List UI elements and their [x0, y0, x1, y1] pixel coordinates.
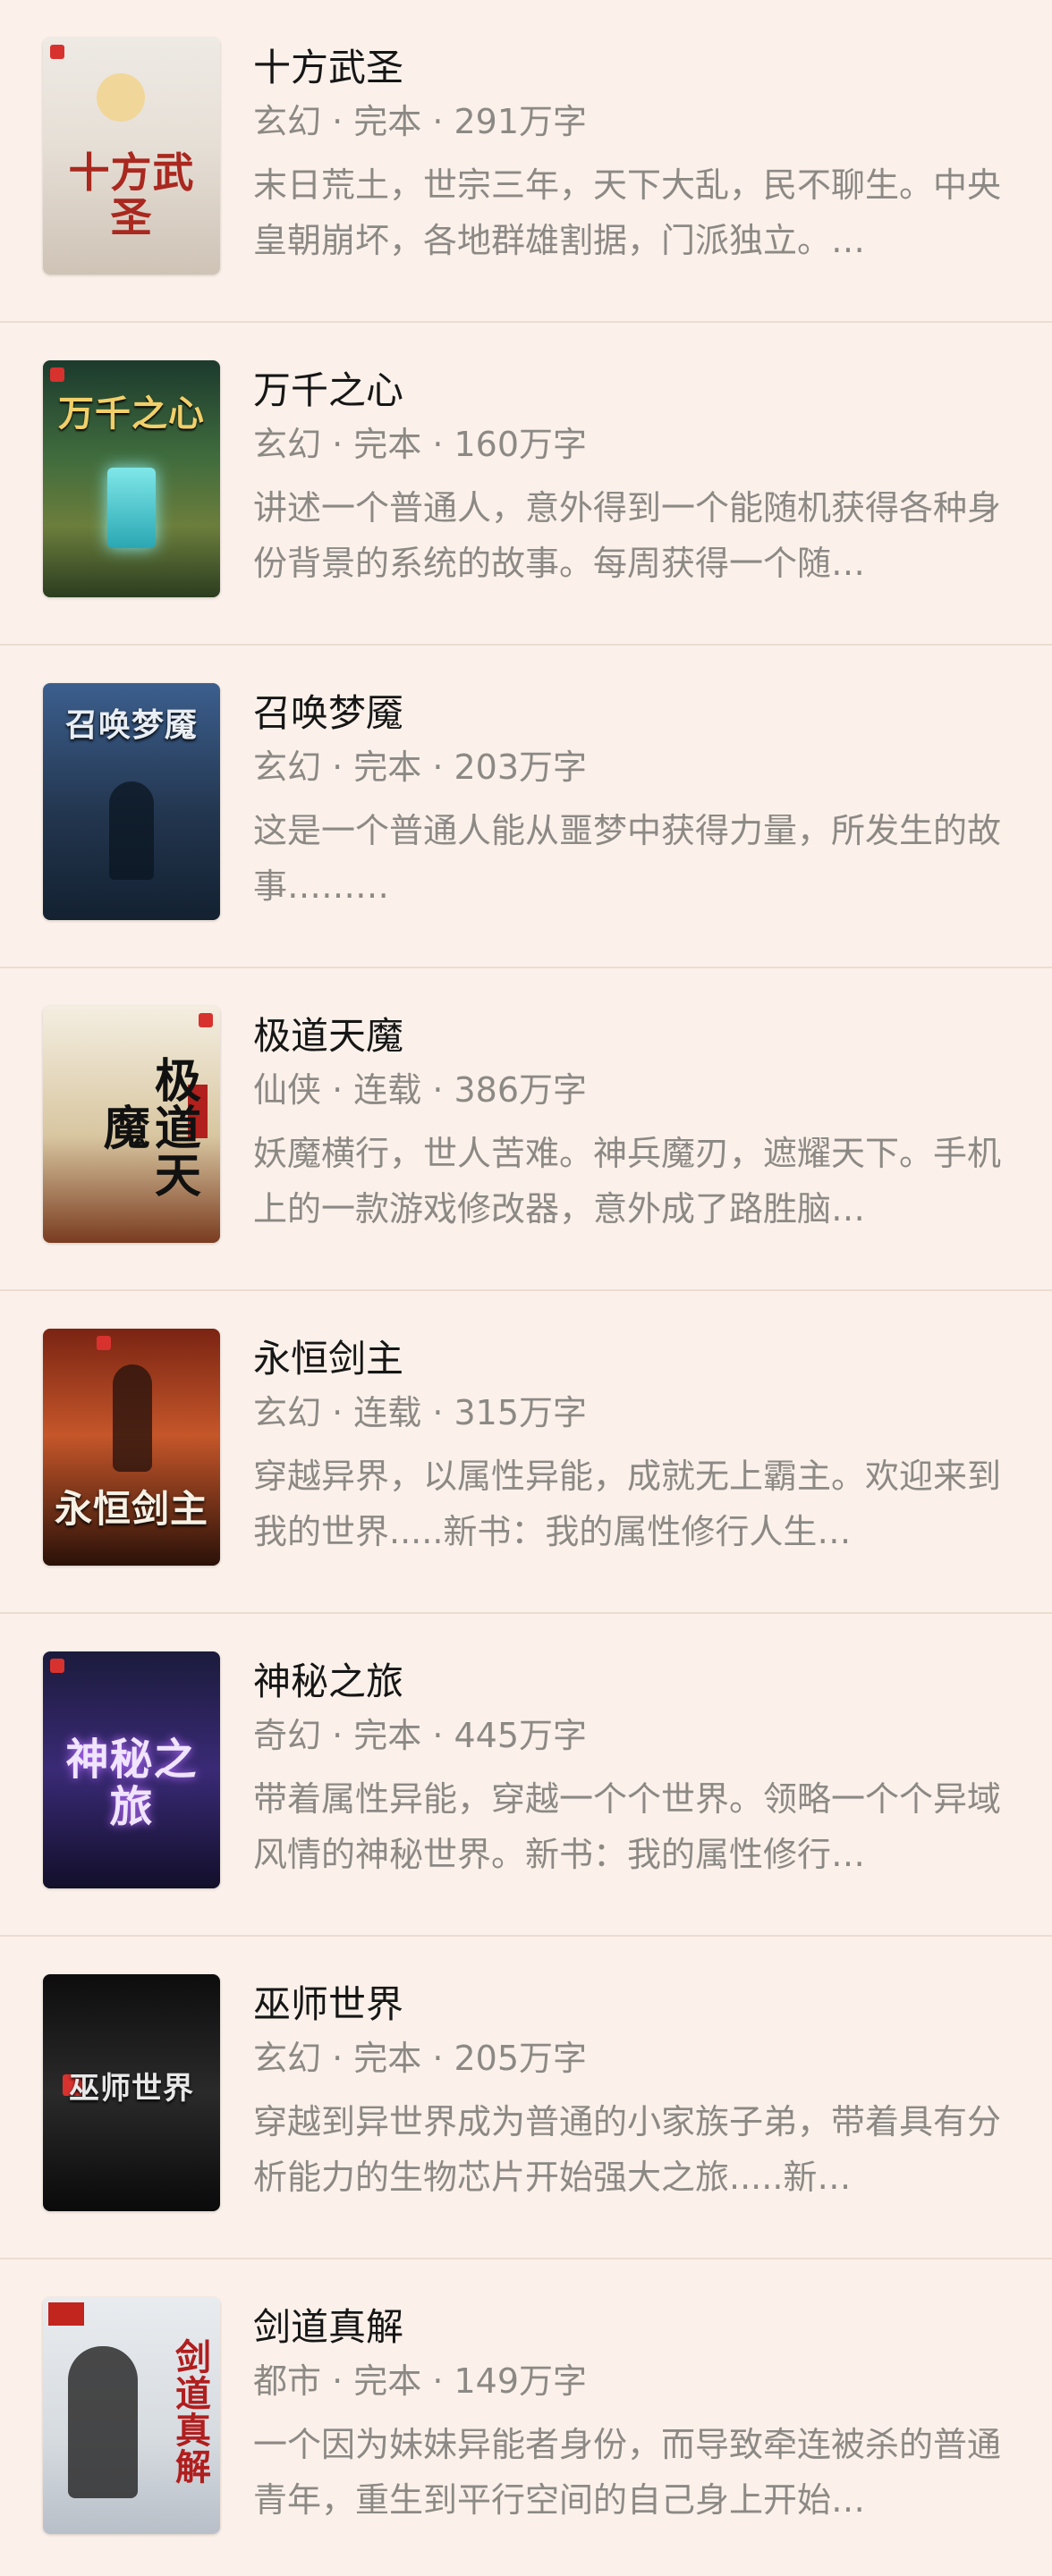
book-title[interactable]: 永恒剑主 [253, 1334, 1005, 1384]
book-meta: 奇幻 · 完本 · 445万字 [253, 1716, 588, 1755]
book-info: 神秘之旅 奇幻 · 完本 · 445万字 带着属性异能，穿越一个个世界。领略一个… [253, 1657, 1005, 1882]
book-meta: 玄幻 · 完本 · 160万字 [253, 425, 588, 464]
book-info: 永恒剑主 玄幻 · 连载 · 315万字 穿越异界，以属性异能，成就无上霸主。欢… [253, 1334, 1005, 1559]
book-title[interactable]: 剑道真解 [253, 2302, 1005, 2352]
book-list-item[interactable]: 永恒剑主 永恒剑主 玄幻 · 连载 · 315万字 穿越异界，以属性异能，成就无… [0, 1291, 1052, 1614]
book-title[interactable]: 神秘之旅 [253, 1657, 1005, 1707]
book-title[interactable]: 十方武圣 [253, 43, 1005, 93]
book-description: 末日荒土，世宗三年，天下大乱，民不聊生。中央皇朝崩坏，各地群雄割据，门派独立。… [253, 165, 1002, 260]
book-list-item[interactable]: 神秘之旅 神秘之旅 奇幻 · 完本 · 445万字 带着属性异能，穿越一个个世界… [0, 1614, 1052, 1937]
cover-title: 剑道真解 [169, 2338, 211, 2485]
book-list-item[interactable]: 召唤梦魇 召唤梦魇 玄幻 · 完本 · 203万字 这是一个普通人能从噩梦中获得… [0, 646, 1052, 968]
book-list-item[interactable]: 极道天魔 极道天魔 仙侠 · 连载 · 386万字 妖魔横行，世人苦难。神兵魔刃… [0, 968, 1052, 1291]
cover-title: 万千之心 [58, 393, 205, 435]
book-meta: 都市 · 完本 · 149万字 [253, 2361, 588, 2401]
sun-cover-icon [97, 73, 145, 122]
book-info: 巫师世界 玄幻 · 完本 · 205万字 穿越到异世界成为普通的小家族子弟，带着… [253, 1980, 1005, 2205]
cover-title: 召唤梦魇 [64, 706, 198, 744]
book-cover[interactable]: 巫师世界 [43, 1974, 220, 2211]
cover-title: 巫师世界 [69, 2071, 194, 2107]
book-title[interactable]: 巫师世界 [253, 1980, 1005, 2030]
book-cover[interactable]: 剑道真解 [43, 2297, 220, 2534]
cover-title: 十方武圣 [68, 148, 195, 242]
book-description: 一个因为妹妹异能者身份，而导致牵连被杀的普通青年，重生到平行空间的自己身上开始… [253, 2425, 1002, 2520]
book-cover[interactable]: 万千之心 [43, 360, 220, 597]
book-title[interactable]: 万千之心 [253, 366, 1005, 416]
book-meta: 玄幻 · 完本 · 205万字 [253, 2039, 588, 2078]
publisher-logo-icon [97, 1336, 111, 1350]
book-description: 这是一个普通人能从噩梦中获得力量，所发生的故事……… [253, 811, 1002, 906]
publisher-logo-icon [50, 45, 64, 59]
cover-title: 极道天魔 [95, 1055, 201, 1198]
publisher-logo-icon [50, 367, 64, 382]
book-title[interactable]: 召唤梦魇 [253, 688, 1005, 739]
book-info: 剑道真解 都市 · 完本 · 149万字 一个因为妹妹异能者身份，而导致牵连被杀… [253, 2302, 1005, 2528]
book-description: 穿越异界，以属性异能，成就无上霸主。欢迎来到我的世界.....新书：我的属性修行… [253, 1457, 1002, 1551]
book-cover[interactable]: 十方武圣 [43, 38, 220, 274]
publisher-logo-icon [199, 1013, 213, 1027]
book-cover[interactable]: 永恒剑主 [43, 1329, 220, 1566]
book-list: 十方武圣 十方武圣 玄幻 · 完本 · 291万字 末日荒土，世宗三年，天下大乱… [0, 0, 1052, 2576]
book-meta: 玄幻 · 完本 · 291万字 [253, 102, 588, 141]
book-description: 穿越到异世界成为普通的小家族子弟，带着具有分析能力的生物芯片开始强大之旅....… [253, 2102, 1002, 2197]
book-list-item[interactable]: 剑道真解 剑道真解 都市 · 完本 · 149万字 一个因为妹妹异能者身份，而导… [0, 2259, 1052, 2576]
book-meta: 仙侠 · 连载 · 386万字 [253, 1070, 588, 1110]
figure-cover-icon [68, 2346, 138, 2498]
figure-cover-icon [113, 1364, 152, 1472]
book-info: 万千之心 玄幻 · 完本 · 160万字 讲述一个普通人，意外得到一个能随机获得… [253, 366, 1005, 591]
book-list-item[interactable]: 巫师世界 巫师世界 玄幻 · 完本 · 205万字 穿越到异世界成为普通的小家族… [0, 1937, 1052, 2259]
badge-cover-icon [48, 2302, 84, 2326]
book-list-item[interactable]: 万千之心 万千之心 玄幻 · 完本 · 160万字 讲述一个普通人，意外得到一个… [0, 323, 1052, 646]
publisher-logo-icon [50, 1659, 64, 1673]
book-cover[interactable]: 极道天魔 [43, 1006, 220, 1243]
figure-cover-icon [109, 781, 154, 880]
book-cover[interactable]: 神秘之旅 [43, 1651, 220, 1888]
book-info: 十方武圣 玄幻 · 完本 · 291万字 末日荒土，世宗三年，天下大乱，民不聊生… [253, 43, 1005, 268]
book-meta: 玄幻 · 连载 · 315万字 [253, 1393, 588, 1432]
book-description: 带着属性异能，穿越一个个世界。领略一个个异域风情的神秘世界。新书：我的属性修行… [253, 1779, 1002, 1874]
book-description: 讲述一个普通人，意外得到一个能随机获得各种身份背景的系统的故事。每周获得一个随… [253, 488, 1002, 583]
book-cover[interactable]: 召唤梦魇 [43, 683, 220, 920]
portal-cover-icon [107, 468, 156, 548]
book-title[interactable]: 极道天魔 [253, 1011, 1005, 1061]
book-meta: 玄幻 · 完本 · 203万字 [253, 747, 588, 787]
book-info: 极道天魔 仙侠 · 连载 · 386万字 妖魔横行，世人苦难。神兵魔刃，遮耀天下… [253, 1011, 1005, 1237]
cover-title: 永恒剑主 [54, 1486, 208, 1531]
book-description: 妖魔横行，世人苦难。神兵魔刃，遮耀天下。手机上的一款游戏修改器，意外成了路胜脑… [253, 1134, 1002, 1229]
book-list-item[interactable]: 十方武圣 十方武圣 玄幻 · 完本 · 291万字 末日荒土，世宗三年，天下大乱… [0, 0, 1052, 323]
book-info: 召唤梦魇 玄幻 · 完本 · 203万字 这是一个普通人能从噩梦中获得力量，所发… [253, 688, 1005, 914]
glow-cover-icon: 神秘之旅 [65, 1735, 198, 1832]
